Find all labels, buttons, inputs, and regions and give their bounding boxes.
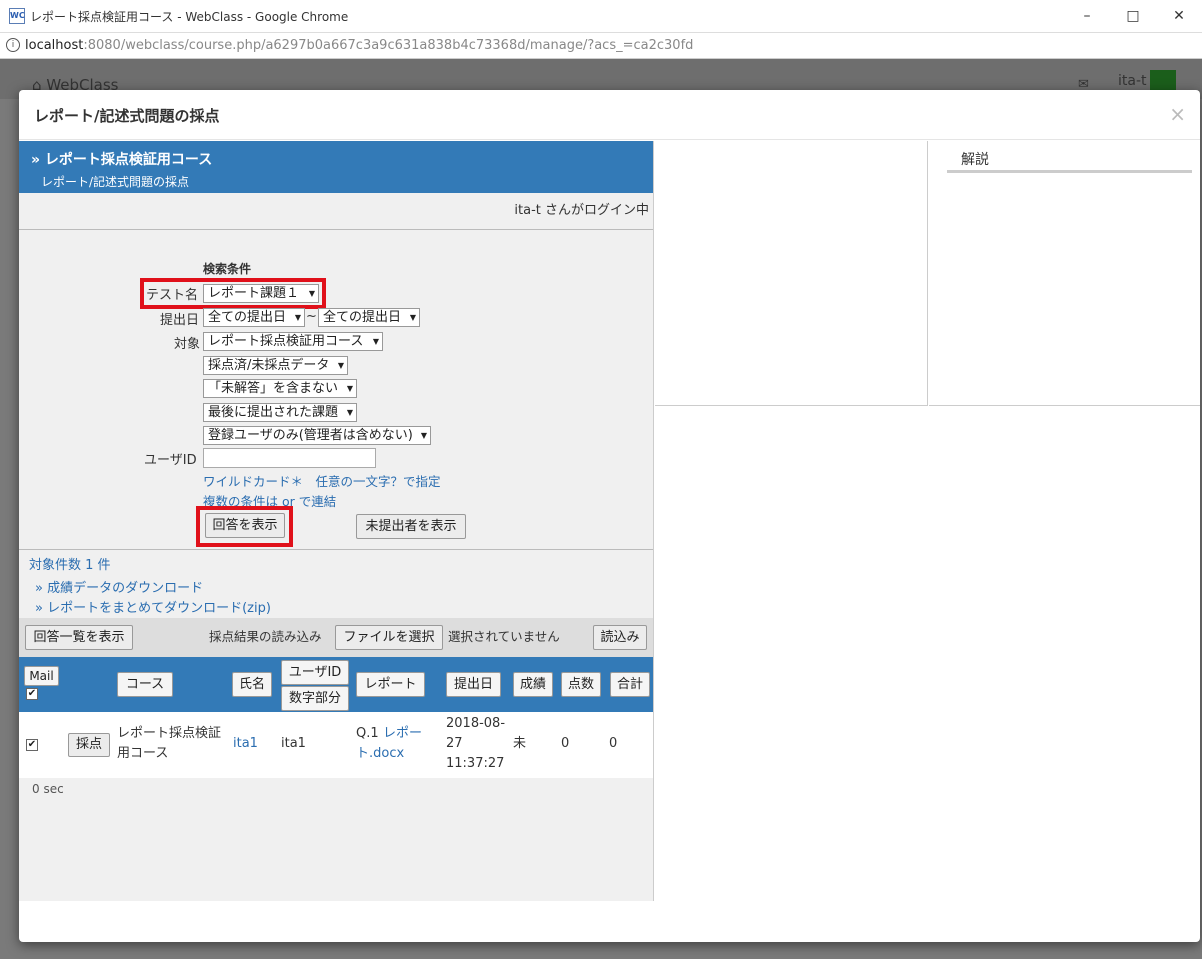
report-header-button[interactable]: レポート [356,672,425,697]
elapsed-time: 0 sec [32,782,64,796]
table-row: ✔ 採点 レポート採点検証 用コース ita1 ita1 Q.1 レポー ト.d… [19,712,653,778]
row-question-number: Q.1 [356,726,379,741]
highlight-box [196,506,293,547]
minimize-icon[interactable]: – [1064,0,1110,32]
points-header-button[interactable]: 点数 [561,672,601,697]
row-date-line3: 11:37:27 [446,756,505,771]
graded-filter-select[interactable]: 採点済/未採点データ [203,356,348,375]
row-grade: 未 [513,736,527,751]
target-select[interactable]: レポート採点検証用コース [203,332,383,351]
avatar[interactable] [1150,70,1176,92]
webclass-favicon-icon: WC [9,8,25,24]
info-icon[interactable]: i [6,38,20,52]
show-nonsubmitters-button[interactable]: 未提出者を表示 [356,514,466,539]
total-header-button[interactable]: 合計 [610,672,650,697]
commentary-pane: 解説 [929,141,1200,406]
date-separator: ~ [306,309,317,324]
date-from-select[interactable]: 全ての提出日 [203,308,305,327]
download-grades-link[interactable]: » 成績データのダウンロード [35,577,203,596]
highlight-box [140,278,326,309]
search-heading: 検索条件 [203,262,252,276]
target-label: 対象 [174,337,201,352]
row-points: 0 [561,736,570,751]
row-date-line2: 27 [446,736,463,751]
course-header-button[interactable]: コース [117,672,173,697]
grade-header-button[interactable]: 成績 [513,672,553,697]
row-report-link-line1[interactable]: レポー [383,724,422,744]
load-button[interactable]: 読込み [593,625,647,650]
submit-date-label: 提出日 [160,313,200,328]
browser-titlebar: WC レポート採点検証用コース - WebClass - Google Chro… [0,0,1202,33]
unanswered-filter-select[interactable]: 「未解答」を含まない [203,379,357,398]
url-text[interactable]: localhost:8080/webclass/course.php/a6297… [25,38,693,53]
download-reports-zip-link[interactable]: » レポートをまとめてダウンロード(zip) [35,597,271,616]
divider [19,549,653,550]
row-course-line1: レポート採点検証 [117,726,222,741]
address-bar[interactable]: i localhost:8080/webclass/course.php/a62… [0,33,1202,59]
row-total: 0 [609,736,618,751]
answer-preview-pane [655,141,928,406]
file-status: 選択されていません [448,629,560,644]
userid-input[interactable] [203,448,376,468]
left-pane: » レポート採点検証用コース レポート/記述式問題の採点 ita-t さんがログ… [19,141,654,901]
row-mail-checkbox[interactable]: ✔ [26,739,38,751]
login-status: ita-t さんがログイン中 [514,203,649,218]
submit-date-header-button[interactable]: 提出日 [446,672,501,697]
window-title: レポート採点検証用コース - WebClass - Google Chrome [30,10,349,24]
last-submit-filter-select[interactable]: 最後に提出された課題 [203,403,357,422]
choose-file-button[interactable]: ファイルを選択 [335,625,443,650]
course-header: » レポート採点検証用コース レポート/記述式問題の採点 [19,141,653,193]
userid-label: ユーザID [144,453,197,468]
result-count: 対象件数 1 件 [29,558,111,573]
import-toolbar: 回答一覧を表示 採点結果の読み込み ファイルを選択 選択されていません 読込み [19,618,653,657]
course-subtitle: レポート/記述式問題の採点 [41,175,190,189]
modal-header: レポート/記述式問題の採点 × [19,90,1200,140]
table-header: Mail ✔ コース 氏名 ユーザID 数字部分 レポート 提出日 成績 点数 … [19,657,653,712]
user-name[interactable]: ita-t [1118,73,1147,89]
close-icon[interactable]: × [1169,102,1186,126]
row-report-link-line2[interactable]: ト.docx [356,744,404,764]
userid-header-button[interactable]: ユーザID [281,660,349,685]
maximize-icon[interactable]: □ [1110,0,1156,32]
row-name-link[interactable]: ita1 [233,734,258,754]
wildcard-hint: ワイルドカード＊ 任意の一文字？で指定 [203,474,441,489]
row-course-line2: 用コース [117,746,169,761]
user-filter-select[interactable]: 登録ユーザのみ(管理者は含めない) [203,426,431,445]
row-userid: ita1 [281,736,306,751]
row-date-line1: 2018-08- [446,716,506,731]
divider [19,229,653,230]
mail-header-button[interactable]: Mail [24,666,59,686]
numeric-part-header-button[interactable]: 数字部分 [281,686,349,711]
grading-modal: レポート/記述式問題の採点 × » レポート採点検証用コース レポート/記述式問… [19,90,1200,942]
name-header-button[interactable]: 氏名 [232,672,272,697]
grade-button[interactable]: 採点 [68,733,110,757]
modal-title: レポート/記述式問題の採点 [34,107,220,125]
window-close-icon[interactable]: ✕ [1156,0,1202,32]
select-all-checkbox[interactable]: ✔ [26,688,38,700]
url-path: :8080/webclass/course.php/a6297b0a667c3a… [83,38,694,53]
date-to-select[interactable]: 全ての提出日 [318,308,420,327]
show-answer-list-button[interactable]: 回答一覧を表示 [25,625,133,650]
course-title: » レポート採点検証用コース [31,152,213,168]
commentary-heading: 解説 [947,149,1192,173]
url-host: localhost [25,38,84,53]
import-label: 採点結果の読み込み [209,629,322,644]
